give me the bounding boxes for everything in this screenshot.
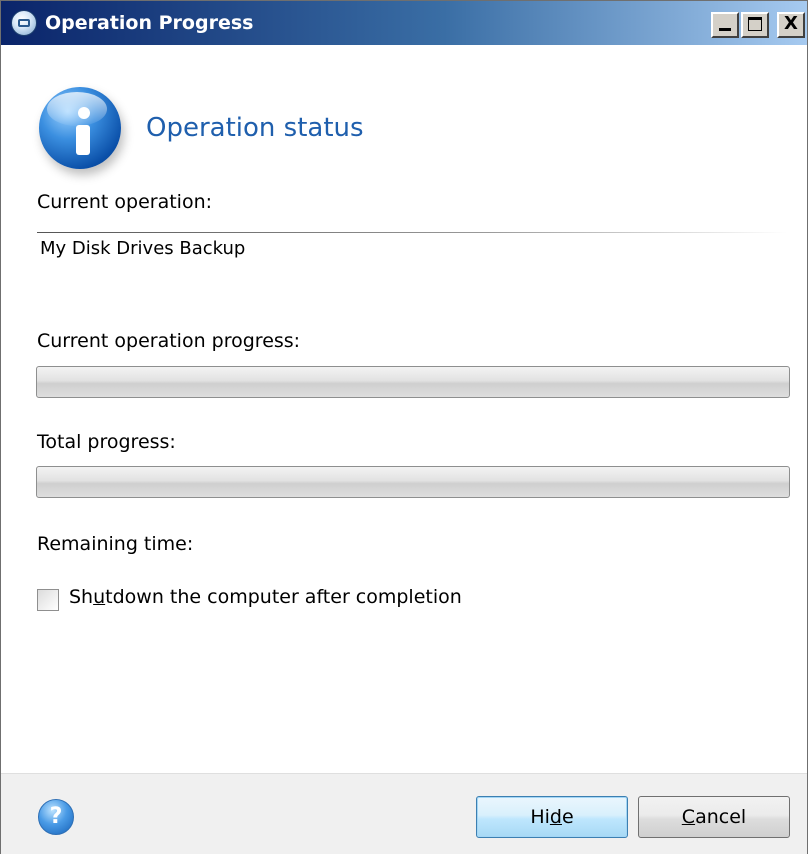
total-progress-label: Total progress: bbox=[37, 431, 176, 453]
operation-progress-window: Operation Progress X Operation status Cu… bbox=[0, 0, 808, 854]
dialog-footer: ? Hide Cancel bbox=[1, 773, 807, 854]
total-progress-bar bbox=[36, 466, 790, 498]
window-title: Operation Progress bbox=[45, 12, 254, 34]
help-icon[interactable]: ? bbox=[38, 799, 74, 835]
shutdown-checkbox[interactable] bbox=[37, 589, 59, 611]
cancel-button[interactable]: Cancel bbox=[638, 796, 790, 838]
hide-button[interactable]: Hide bbox=[476, 796, 628, 838]
info-icon bbox=[39, 87, 121, 169]
current-operation-progress-bar bbox=[36, 366, 790, 398]
title-bar[interactable]: Operation Progress X bbox=[1, 1, 807, 45]
page-title: Operation status bbox=[146, 113, 364, 143]
close-icon: X bbox=[784, 13, 798, 34]
divider bbox=[37, 232, 787, 233]
current-operation-label: Current operation: bbox=[37, 191, 213, 213]
maximize-icon bbox=[748, 17, 762, 31]
close-button[interactable]: X bbox=[777, 12, 805, 38]
maximize-button[interactable] bbox=[741, 12, 769, 38]
shutdown-checkbox-label[interactable]: Shutdown the computer after completion bbox=[69, 586, 462, 608]
current-operation-value: My Disk Drives Backup bbox=[40, 238, 246, 259]
minimize-button[interactable] bbox=[711, 12, 739, 38]
current-progress-label: Current operation progress: bbox=[37, 330, 301, 352]
minimize-icon bbox=[719, 28, 731, 31]
app-icon bbox=[11, 10, 37, 36]
remaining-time-label: Remaining time: bbox=[37, 533, 194, 555]
